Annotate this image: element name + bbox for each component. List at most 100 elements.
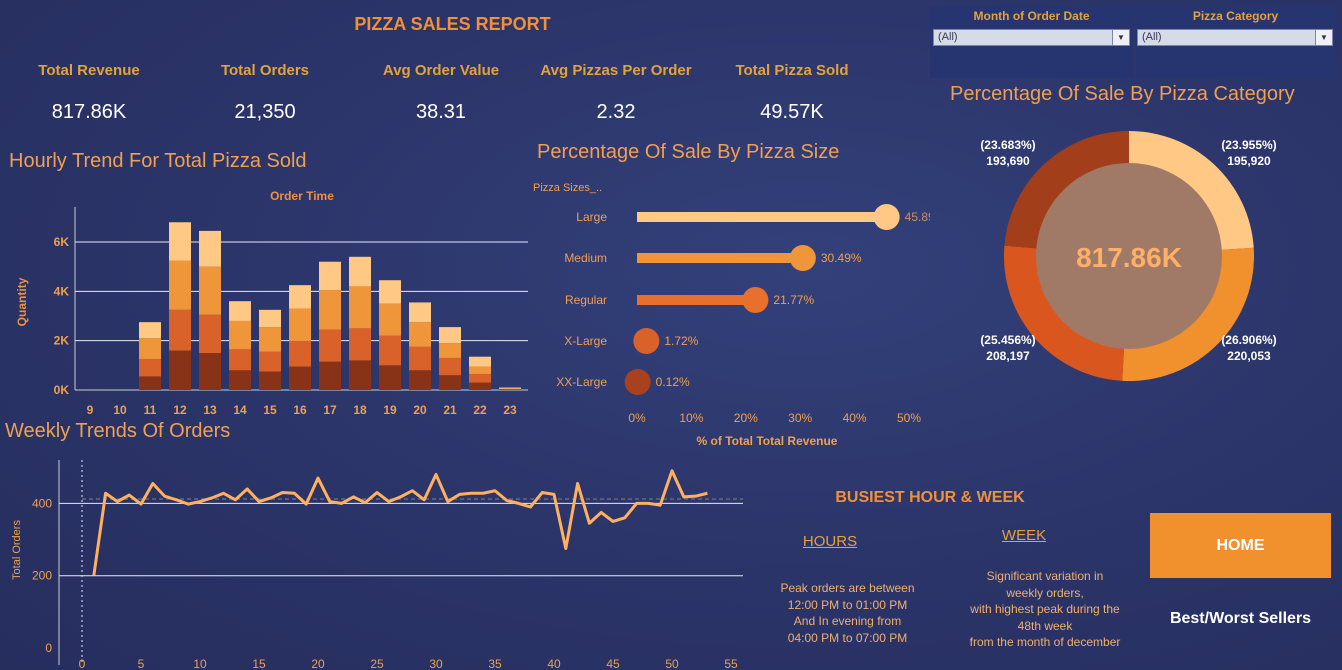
size-chart-title: Percentage Of Sale By Pizza Size bbox=[537, 141, 840, 163]
category-filter-value: (All) bbox=[1142, 31, 1162, 43]
hourly-bar-segment bbox=[259, 327, 281, 352]
hourly-bar-segment bbox=[379, 280, 401, 304]
kpi-total-pizza-sold-label: Total Pizza Sold bbox=[735, 62, 849, 79]
hourly-bar-segment bbox=[289, 285, 311, 309]
hourly-bar-segment bbox=[469, 366, 491, 374]
hourly-x-tick: 21 bbox=[443, 403, 457, 417]
chevron-down-icon[interactable]: ▼ bbox=[1315, 30, 1332, 45]
donut-value-label: 208,197 bbox=[986, 349, 1030, 363]
hourly-bar-segment bbox=[349, 256, 371, 287]
hourly-x-tick: 22 bbox=[473, 403, 487, 417]
donut-pct-label: (26.906%) bbox=[1221, 333, 1276, 347]
hourly-bar-segment bbox=[469, 356, 491, 367]
hourly-chart-title: Hourly Trend For Total Pizza Sold bbox=[9, 150, 307, 172]
month-filter-value: (All) bbox=[938, 31, 958, 43]
size-value-label: 1.72% bbox=[664, 334, 698, 348]
size-category-label: XX-Large bbox=[556, 375, 607, 389]
hourly-x-tick: 18 bbox=[353, 403, 367, 417]
size-axis-header: Pizza Sizes_.. bbox=[533, 182, 602, 194]
hourly-bar-segment bbox=[379, 335, 401, 366]
size-dot bbox=[742, 287, 769, 313]
size-lollipop-chart: Pizza Sizes_.. % of Total Total Revenue … bbox=[533, 182, 930, 448]
week-note-line: 48th week bbox=[1017, 618, 1073, 633]
week-note-line: from the month of december bbox=[969, 635, 1121, 649]
kpi-total-pizza-sold-value: 49.57K bbox=[760, 101, 824, 123]
hourly-x-tick: 16 bbox=[293, 403, 307, 417]
weekly-y-axis-title: Total Orders bbox=[11, 520, 23, 580]
month-filter-panel: Month of Order Date (All) ▼ bbox=[930, 6, 1133, 78]
best-worst-sellers-link[interactable]: Best/Worst Sellers bbox=[1150, 610, 1331, 628]
hourly-bar-segment bbox=[259, 309, 281, 328]
category-chart-title: Percentage Of Sale By Pizza Category bbox=[950, 83, 1295, 105]
month-filter-select[interactable]: (All) ▼ bbox=[933, 29, 1130, 46]
hourly-bar-segment bbox=[409, 370, 431, 390]
hourly-bar-segment bbox=[139, 376, 161, 390]
donut-pct-label: (23.955%) bbox=[1221, 138, 1276, 152]
weekly-line-chart: Total Orders 0 5 10 15 20 25 30 35 40 45 50 55 0 200… bbox=[11, 460, 743, 670]
hourly-bar-chart: Order Time Quantity 9 10 11 12 13 14 15 16 17 18 1… bbox=[15, 189, 528, 417]
hourly-x-tick: 13 bbox=[203, 403, 217, 417]
size-value-label: 0.12% bbox=[656, 375, 690, 389]
hourly-bar-segment bbox=[229, 349, 251, 371]
hourly-bar-segment bbox=[349, 286, 371, 329]
hourly-x-tick: 9 bbox=[87, 403, 94, 417]
kpi-total-orders-value: 21,350 bbox=[234, 101, 296, 123]
size-category-label: Large bbox=[576, 210, 607, 224]
hourly-bar-segment bbox=[409, 322, 431, 347]
donut-value-label: 193,690 bbox=[986, 154, 1030, 168]
hourly-bar-segment bbox=[169, 350, 191, 390]
week-heading: WEEK bbox=[1001, 527, 1047, 544]
hourly-bar-segment bbox=[409, 346, 431, 371]
size-category-label: X-Large bbox=[564, 334, 607, 348]
hourly-bar-segment bbox=[319, 261, 341, 291]
hours-note-line: And In evening from bbox=[793, 614, 902, 628]
hourly-bar-segment bbox=[199, 266, 221, 315]
hourly-bar-segment bbox=[439, 327, 461, 344]
hourly-bar-segment bbox=[259, 371, 281, 390]
weekly-x-tick: 20 bbox=[311, 657, 325, 670]
donut-value-label: 195,920 bbox=[1227, 154, 1271, 168]
hourly-bar-segment bbox=[439, 357, 461, 376]
hourly-bar-segment bbox=[379, 303, 401, 336]
size-dot bbox=[789, 245, 816, 271]
size-value-label: 45.89% bbox=[905, 210, 930, 224]
hourly-x-tick: 23 bbox=[503, 403, 517, 417]
hourly-bar-segment bbox=[169, 309, 191, 351]
hourly-bar-segment bbox=[289, 308, 311, 341]
size-dot bbox=[633, 328, 660, 354]
size-dot bbox=[624, 369, 651, 395]
hours-heading: HOURS bbox=[802, 533, 858, 550]
hourly-bar-segment bbox=[139, 359, 161, 377]
hourly-bar-segment bbox=[349, 328, 371, 361]
hourly-bar-segment bbox=[139, 338, 161, 360]
week-note-line: weekly orders, bbox=[1006, 585, 1084, 600]
hourly-bar-segment bbox=[499, 387, 521, 389]
hourly-bar-segment bbox=[409, 302, 431, 323]
hourly-x-tick: 12 bbox=[173, 403, 187, 417]
size-dot bbox=[873, 204, 900, 230]
kpi-total-orders-label: Total Orders bbox=[220, 62, 310, 79]
kpi-total-revenue-value: 817.86K bbox=[51, 101, 127, 123]
weekly-x-tick: 45 bbox=[606, 657, 620, 670]
month-filter-label: Month of Order Date bbox=[973, 9, 1090, 23]
category-filter-select[interactable]: (All) ▼ bbox=[1137, 29, 1333, 46]
size-x-tick: 10% bbox=[679, 411, 703, 425]
weekly-x-tick: 15 bbox=[252, 657, 266, 670]
hourly-bar-segment bbox=[169, 222, 191, 261]
weekly-x-tick: 5 bbox=[138, 657, 145, 670]
hourly-bar-segment bbox=[379, 365, 401, 390]
hourly-x-tick: 14 bbox=[233, 403, 247, 417]
kpi-avg-pizzas-per-order-label: Avg Pizzas Per Order bbox=[540, 62, 692, 79]
chevron-down-icon[interactable]: ▼ bbox=[1112, 30, 1129, 45]
donut-value-label: 220,053 bbox=[1227, 349, 1271, 363]
weekly-y-tick: 0 bbox=[45, 641, 52, 655]
hourly-y-axis-title: Quantity bbox=[15, 277, 29, 326]
kpi-avg-order-value-label: Avg Order Value bbox=[382, 62, 500, 79]
size-value-label: 21.77% bbox=[773, 293, 814, 307]
size-x-tick: 20% bbox=[734, 411, 758, 425]
home-button[interactable]: HOME bbox=[1150, 513, 1331, 578]
hourly-y-tick: 0K bbox=[54, 383, 70, 397]
hourly-bar-segment bbox=[469, 373, 491, 383]
hourly-y-tick: 2K bbox=[54, 334, 70, 348]
hourly-bar-segment bbox=[319, 329, 341, 362]
